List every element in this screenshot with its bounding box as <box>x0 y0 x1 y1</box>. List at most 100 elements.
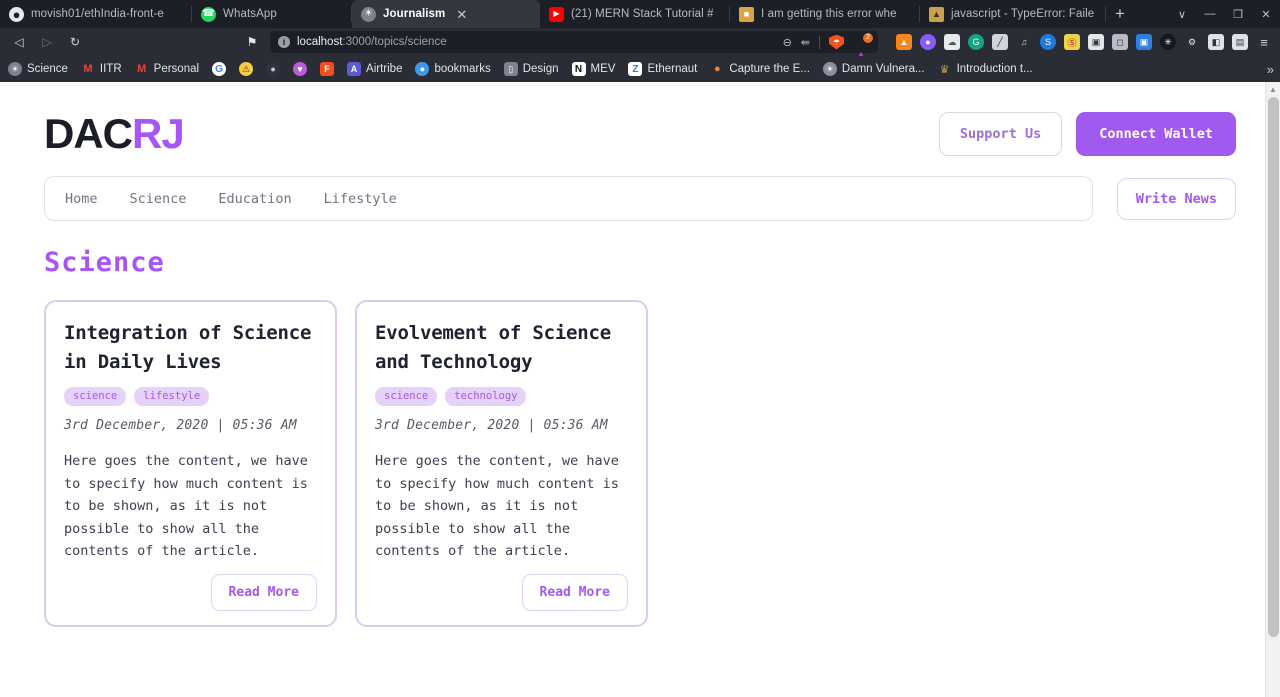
adblock-icon[interactable]: Ⓢ <box>1064 34 1080 50</box>
shazam-icon[interactable]: S <box>1040 34 1056 50</box>
bookmark-item[interactable]: ☀ Damn Vulnera... <box>822 62 925 76</box>
airtribe-icon: A <box>347 62 362 76</box>
tag-chip[interactable]: technology <box>445 386 527 407</box>
globe-icon: ☀ <box>8 62 22 76</box>
extensions-puzzle-icon[interactable]: ⚙ <box>1184 34 1200 50</box>
cloud-wallet-icon[interactable]: ☁ <box>944 34 960 50</box>
ghost-wallet-icon[interactable]: ● <box>920 34 936 50</box>
url-text: localhost:3000/topics/science <box>297 36 447 48</box>
support-us-button[interactable]: Support Us <box>938 112 1063 156</box>
forward-button: ▷ <box>42 35 52 49</box>
bookmark-item[interactable]: G <box>212 62 227 76</box>
stackoverflow-icon: ▲ <box>929 6 944 22</box>
maximize-button[interactable]: ❐ <box>1224 0 1252 28</box>
logo-part-2: RJ <box>132 110 185 157</box>
music-note-icon[interactable]: ♫ <box>1016 34 1032 50</box>
reload-button[interactable]: ↻ <box>62 30 88 54</box>
browser-menu-icon[interactable]: ≡ <box>1254 31 1274 53</box>
picture-in-picture-icon[interactable]: ▣ <box>1088 34 1104 50</box>
divider <box>819 35 820 49</box>
tab-search-chevron-down-icon[interactable]: ∨ <box>1168 0 1196 28</box>
bookmark-item[interactable]: ☀ Science <box>8 62 68 76</box>
browser-tab[interactable]: ● movish01/ethIndia-front-e <box>0 0 192 28</box>
omnibox-actions: ⊖ ⇚ ☂ 2 <box>783 32 873 66</box>
new-tab-button[interactable]: + <box>1106 0 1134 28</box>
stackoverflow-icon: ■ <box>739 6 754 22</box>
site-logo[interactable]: DACRJ <box>44 110 185 158</box>
close-icon[interactable]: ✕ <box>456 8 467 21</box>
page-scrollbar[interactable]: ▲ <box>1265 82 1280 697</box>
eyedropper-icon[interactable]: ╱ <box>992 34 1008 50</box>
tab-title: (21) MERN Stack Tutorial # <box>571 8 714 20</box>
close-window-button[interactable]: ✕ <box>1252 0 1280 28</box>
article-card[interactable]: Integration of Science in Daily Lives sc… <box>44 300 337 628</box>
bookmark-label: Science <box>27 63 68 75</box>
bookmark-item[interactable]: F <box>320 62 335 76</box>
folder-blue-icon: ● <box>415 62 430 76</box>
bookmark-icon[interactable]: ⚑ <box>240 30 264 54</box>
nav-item-lifestyle[interactable]: Lifestyle <box>324 191 397 207</box>
scrollbar-thumb[interactable] <box>1268 97 1279 637</box>
info-icon[interactable]: i <box>278 36 290 48</box>
bookmark-item[interactable]: ▯ Design <box>503 62 559 76</box>
ethernaut-icon: Z <box>628 62 643 76</box>
screenshot-camera-icon[interactable]: ◻ <box>1112 34 1128 50</box>
site-header: DACRJ Support Us Connect Wallet <box>44 82 1236 160</box>
tag-chip[interactable]: science <box>375 386 438 407</box>
zoom-out-icon[interactable]: ⊖ <box>783 36 792 49</box>
bookmark-item[interactable]: ⚠ <box>239 62 254 76</box>
article-title: Evolvement of Science and Technology <box>375 322 612 373</box>
bookmark-item[interactable]: ● bookmarks <box>415 62 491 76</box>
tab-title: WhatsApp <box>223 8 277 20</box>
tag-chip[interactable]: science <box>64 386 127 407</box>
folder-icon: ▯ <box>503 62 518 76</box>
article-excerpt: Here goes the content, we have to specif… <box>64 453 308 560</box>
nav-item-home[interactable]: Home <box>65 191 98 207</box>
bookmark-item[interactable]: M Personal <box>135 62 199 76</box>
bookmarks-overflow-button[interactable]: » <box>1267 62 1274 77</box>
gmail-icon: M <box>83 63 93 75</box>
bookmark-item[interactable]: A Airtribe <box>347 62 402 76</box>
tag-chip[interactable]: lifestyle <box>134 386 210 407</box>
browser-tab-active[interactable]: ☀ Journalism ✕ <box>352 0 540 28</box>
minimize-button[interactable]: — <box>1196 0 1224 28</box>
article-card-footer: Read More <box>64 574 317 612</box>
share-icon[interactable]: ⇚ <box>801 36 810 49</box>
browser-tab[interactable]: ▶ (21) MERN Stack Tutorial # <box>540 0 730 28</box>
bookmark-item[interactable]: ● Capture the E... <box>710 62 810 76</box>
write-news-button[interactable]: Write News <box>1116 177 1236 220</box>
dark-mode-icon[interactable]: ✳ <box>1160 34 1176 50</box>
youtube-icon: ▶ <box>549 6 564 22</box>
metamask-icon[interactable]: ▲ <box>896 34 912 50</box>
connect-wallet-button[interactable]: Connect Wallet <box>1076 112 1236 156</box>
read-more-button[interactable]: Read More <box>521 574 628 612</box>
brave-shield-icon[interactable]: ☂ <box>829 34 844 50</box>
browser-tab[interactable]: ▲ javascript - TypeError: Faile <box>920 0 1106 28</box>
browser-tab[interactable]: ☎ WhatsApp <box>192 0 352 28</box>
nav-item-science[interactable]: Science <box>130 191 187 207</box>
browser-tab[interactable]: ■ I am getting this error whe <box>730 0 920 28</box>
bookmark-label: bookmarks <box>434 63 491 75</box>
nav-item-education[interactable]: Education <box>218 191 291 207</box>
url-path: :3000/topics/science <box>342 36 447 48</box>
bookmark-item[interactable]: N MEV <box>571 62 615 76</box>
video-capture-icon[interactable]: ▣ <box>1136 34 1152 50</box>
extensions-tray: ▲ ● ☁ G ╱ ♫ S Ⓢ ▣ ◻ ▣ ✳ ⚙ ◧ ▤ <box>896 34 1248 50</box>
bookmarks-bar: ☀ Science M IITR M Personal G ⚠ ● ♥ F A Airt… <box>0 56 1280 82</box>
bookmark-item[interactable]: ♥ <box>293 62 308 76</box>
back-button[interactable]: ◁ <box>6 30 32 54</box>
bookmark-item[interactable]: ♛ Introduction t... <box>938 62 1033 76</box>
article-card[interactable]: Evolvement of Science and Technology sci… <box>355 300 648 628</box>
navigation-row: Home Science Education Lifestyle Write N… <box>44 176 1236 221</box>
brave-rewards-icon[interactable]: 2 <box>853 32 873 66</box>
scroll-up-arrow-icon[interactable]: ▲ <box>1266 82 1280 97</box>
bookmark-item[interactable]: ● <box>266 62 281 76</box>
grammarly-icon[interactable]: G <box>968 34 984 50</box>
trophy-icon: ♛ <box>939 63 950 76</box>
address-bar[interactable]: i localhost:3000/topics/science ⊖ ⇚ ☂ 2 <box>270 31 878 66</box>
bookmark-item[interactable]: Z Ethernaut <box>628 62 697 76</box>
read-more-button[interactable]: Read More <box>210 574 317 612</box>
brave-wallet-icon[interactable]: ▤ <box>1232 34 1248 50</box>
sidebar-toggle-icon[interactable]: ◧ <box>1208 34 1224 50</box>
bookmark-item[interactable]: M IITR <box>81 62 121 76</box>
